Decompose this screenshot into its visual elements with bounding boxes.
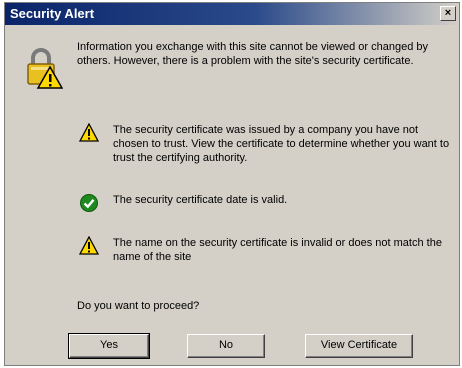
proceed-question: Do you want to proceed? — [77, 300, 200, 312]
window-title: Security Alert — [10, 6, 95, 21]
security-alert-dialog: Security Alert × Information you exchang… — [4, 2, 460, 366]
warning-icon — [79, 236, 99, 255]
intro-text: Information you exchange with this site … — [77, 41, 428, 67]
item-text: The name on the security certificate is … — [113, 237, 442, 263]
no-button[interactable]: No — [187, 334, 265, 358]
view-certificate-button[interactable]: View Certificate — [305, 334, 413, 358]
warning-icon — [79, 123, 99, 142]
yes-button[interactable]: Yes — [68, 333, 150, 359]
title-bar[interactable]: Security Alert × — [5, 3, 459, 25]
item-text: The security certificate date is valid. — [113, 194, 288, 206]
padlock-warning-icon — [27, 48, 63, 89]
check-icon — [80, 194, 98, 212]
item-text: The security certificate was issued by a… — [113, 124, 450, 164]
close-button[interactable]: × — [440, 6, 456, 21]
